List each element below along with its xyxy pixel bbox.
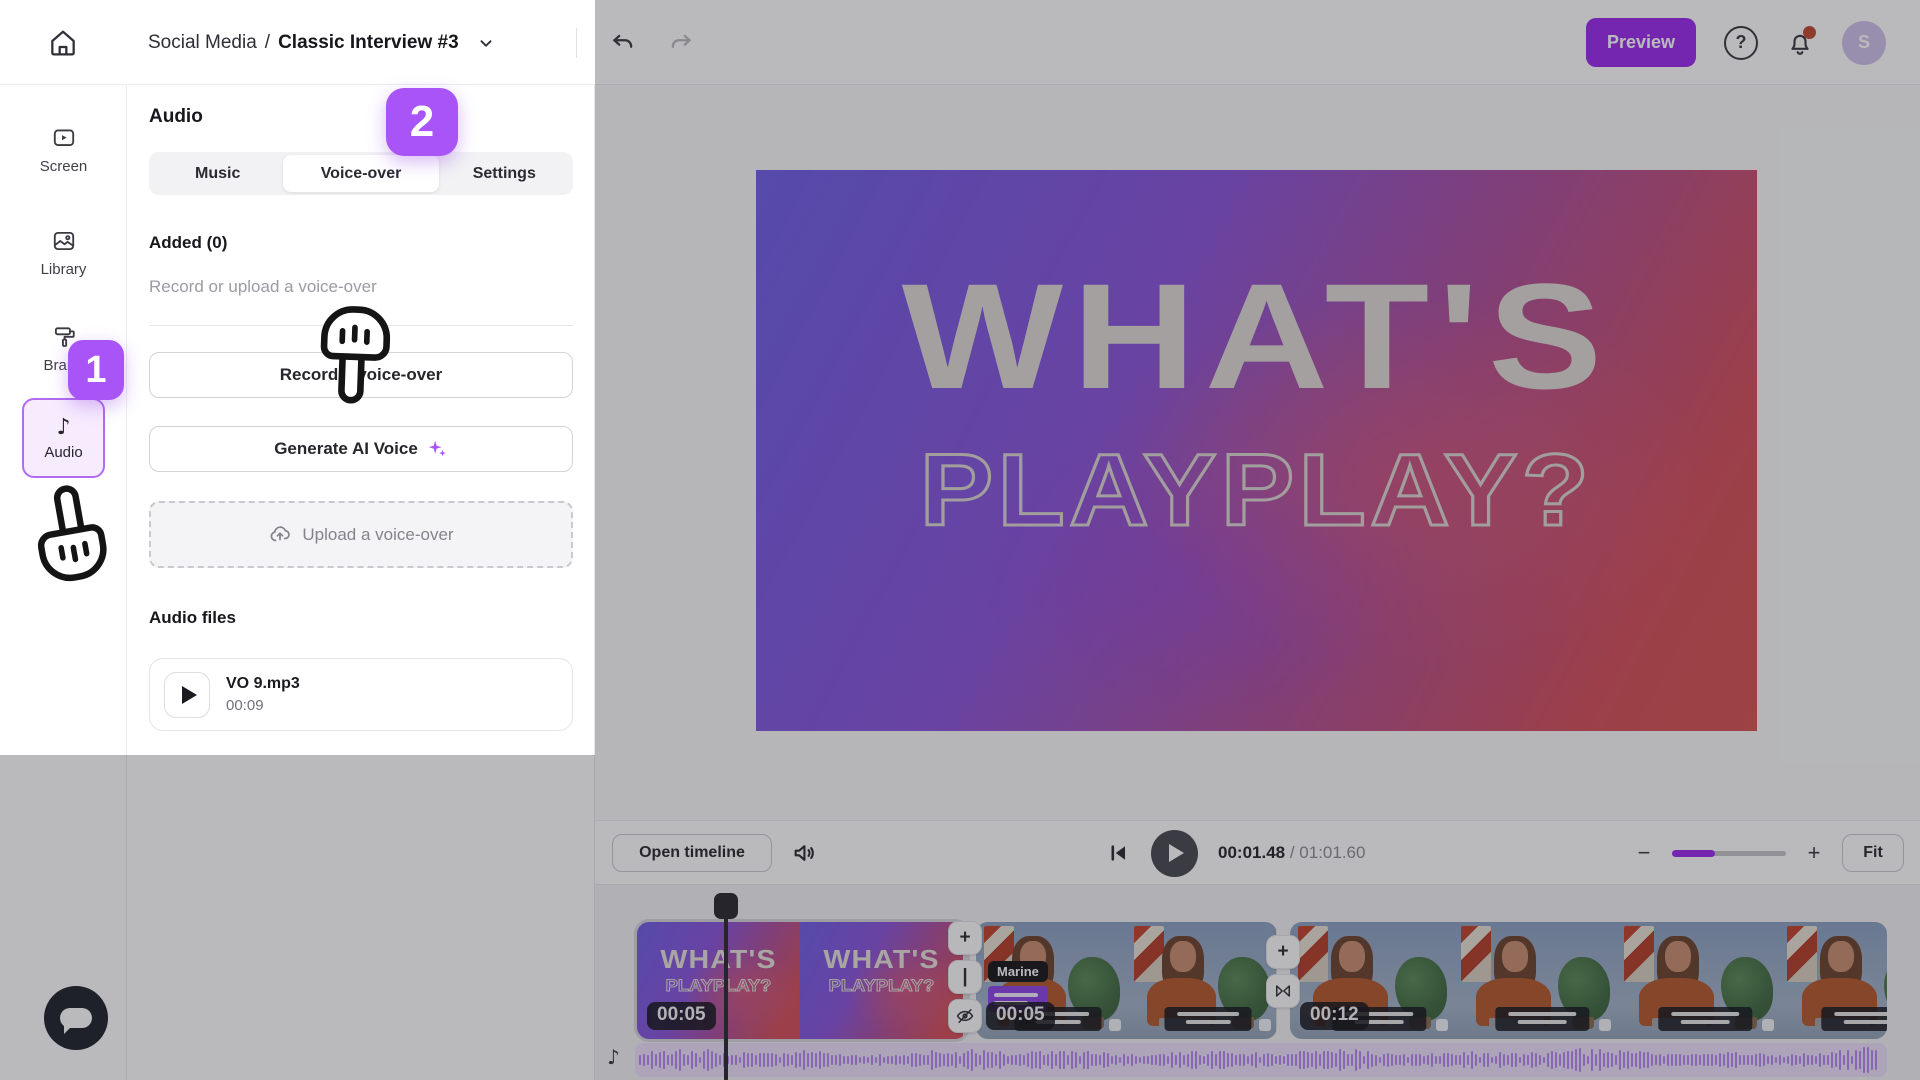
play-file-button[interactable]: [164, 671, 210, 718]
breadcrumb[interactable]: Social Media / Classic Interview #3: [148, 0, 497, 85]
dim-overlay-right: [595, 0, 1920, 1080]
tab-music[interactable]: Music: [152, 155, 283, 192]
pointing-hand-icon: [37, 485, 107, 582]
step-2-badge: 2: [386, 88, 458, 156]
audio-file-name: VO 9.mp3: [226, 675, 300, 692]
sidebar-item-library[interactable]: Library: [0, 228, 127, 278]
audio-file-duration: 00:09: [226, 697, 264, 714]
header-divider: [576, 28, 577, 58]
sparkles-icon: [428, 440, 446, 457]
music-note-icon: ♪: [56, 415, 71, 440]
step-1-badge: 1: [68, 340, 124, 400]
screen-icon: [53, 129, 74, 146]
panel-title: Audio: [149, 106, 203, 127]
tab-settings[interactable]: Settings: [439, 155, 570, 192]
home-icon: [51, 30, 75, 56]
dim-overlay-bottom-left: [0, 755, 595, 1080]
breadcrumb-project: Classic Interview #3: [278, 31, 459, 53]
audio-files-label: Audio files: [149, 608, 236, 627]
sidebar-item-screen[interactable]: Screen: [0, 125, 127, 175]
upload-voice-over-button[interactable]: Upload a voice-over: [149, 501, 573, 568]
generate-ai-voice-button[interactable]: Generate AI Voice: [149, 426, 573, 472]
chevron-down-icon[interactable]: [475, 32, 497, 54]
pointing-hand-icon: [320, 306, 391, 404]
sidebar-item-audio[interactable]: ♪ Audio: [22, 398, 105, 478]
breadcrumb-separator: /: [264, 31, 271, 53]
added-hint-text: Record or upload a voice-over: [149, 277, 377, 296]
play-icon: [181, 685, 197, 704]
library-icon: [53, 231, 74, 251]
home-button[interactable]: [45, 25, 81, 61]
tab-voice-over[interactable]: Voice-over: [283, 155, 439, 192]
added-count-label: Added (0): [149, 233, 228, 252]
audio-file-card[interactable]: VO 9.mp3 00:09: [149, 658, 573, 731]
cloud-upload-icon: [270, 525, 291, 541]
audio-tabs: Music Voice-over Settings: [149, 152, 573, 195]
breadcrumb-folder: Social Media: [148, 31, 257, 53]
